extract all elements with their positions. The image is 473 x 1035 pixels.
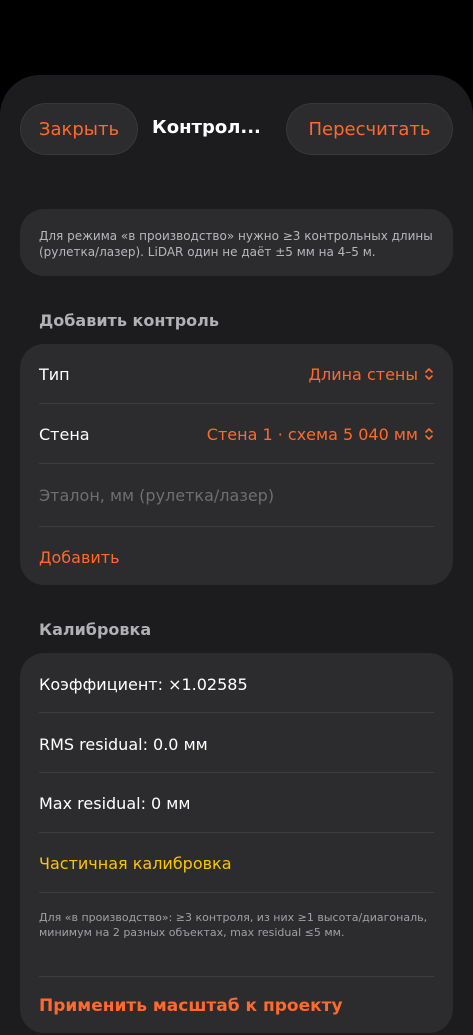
type-value: Длина стены [308, 364, 418, 384]
status-row: Частичная калибровка [39, 851, 434, 875]
coefficient-row: Коэффициент: ×1.02585 [39, 672, 434, 696]
apply-scale-button[interactable]: Применить масштаб к проекту [39, 994, 434, 1018]
divider [39, 772, 434, 773]
recalculate-button[interactable]: Пересчитать [286, 103, 453, 155]
wall-value: Стена 1 · схема 5 040 мм [206, 424, 418, 444]
close-button[interactable]: Закрыть [20, 103, 138, 155]
calibration-hint-text: Для «в производство»: ≥3 контроля, из ни… [39, 911, 428, 939]
divider [39, 976, 434, 977]
calibration-section-title: Калибровка [39, 620, 152, 639]
wall-label: Стена [39, 424, 90, 444]
add-control-section-title: Добавить контроль [39, 311, 219, 330]
info-note: Для режима «в производство» нужно ≥3 кон… [20, 209, 453, 276]
divider [39, 463, 434, 464]
divider [39, 403, 434, 404]
apply-scale-label: Применить масштаб к проекту [39, 996, 343, 1016]
reference-placeholder: Эталон, мм (рулетка/лазер) [39, 485, 275, 505]
divider [39, 832, 434, 833]
divider [39, 892, 434, 893]
coefficient-text: Коэффициент: ×1.02585 [39, 674, 248, 694]
chevron-up-down-icon [425, 368, 433, 380]
add-control-card: Тип Длина стены Стена Стена 1 · схема 5 … [20, 344, 453, 585]
info-note-text: Для режима «в производство» нужно ≥3 кон… [39, 229, 433, 259]
reference-input[interactable]: Эталон, мм (рулетка/лазер) [39, 483, 434, 507]
add-button[interactable]: Добавить [39, 545, 434, 569]
calibration-card: Коэффициент: ×1.02585 RMS residual: 0.0 … [20, 653, 453, 1033]
type-label: Тип [39, 364, 70, 384]
wall-row[interactable]: Стена Стена 1 · схема 5 040 мм [39, 422, 434, 446]
rms-text: RMS residual: 0.0 мм [39, 734, 208, 754]
chevron-up-down-icon [425, 428, 433, 440]
wall-picker[interactable]: Стена 1 · схема 5 040 мм [207, 425, 434, 444]
max-text: Max residual: 0 мм [39, 793, 191, 813]
type-picker[interactable]: Длина стены [308, 365, 434, 384]
max-row: Max residual: 0 мм [39, 791, 434, 815]
calibration-status: Частичная калибровка [39, 853, 232, 873]
page-title: Контрол... [152, 117, 261, 138]
type-row[interactable]: Тип Длина стены [39, 362, 434, 386]
divider [39, 526, 434, 527]
calibration-hint: Для «в производство»: ≥3 контроля, из ни… [39, 910, 434, 958]
rms-row: RMS residual: 0.0 мм [39, 732, 434, 756]
divider [39, 712, 434, 713]
add-button-label: Добавить [39, 547, 120, 567]
